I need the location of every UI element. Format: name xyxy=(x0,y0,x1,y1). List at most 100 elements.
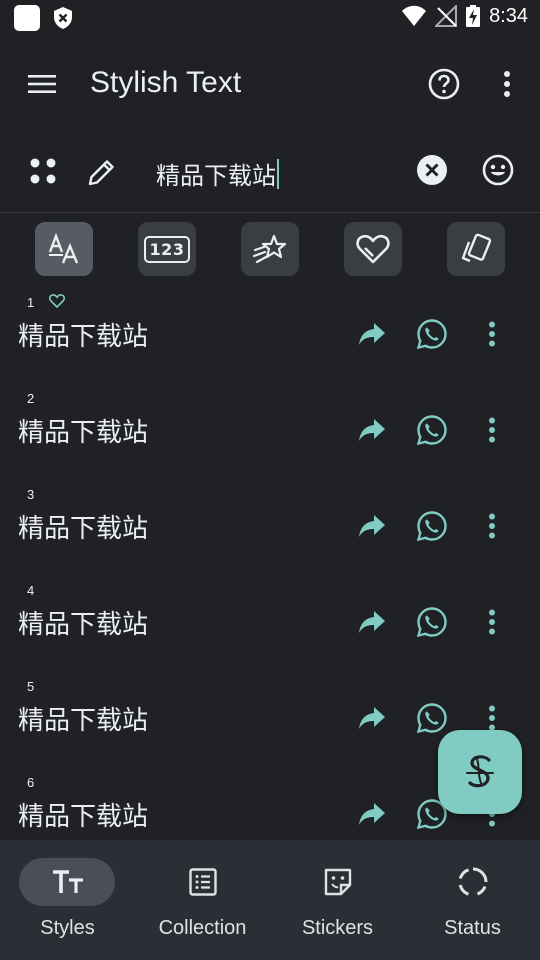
row-more-button[interactable] xyxy=(474,412,510,448)
list-item[interactable]: 1 精品下载站 xyxy=(0,288,540,384)
clock: 8:34 xyxy=(489,4,528,27)
row-more-button[interactable] xyxy=(474,508,510,544)
text-input-value: 精品下载站 xyxy=(156,163,276,190)
filter-chip-fonts[interactable] xyxy=(35,222,93,276)
app-notification-icon xyxy=(14,5,40,31)
battery-charging-icon xyxy=(466,5,481,27)
filter-chip-favorites[interactable] xyxy=(344,222,402,276)
layout-toggle-button[interactable] xyxy=(26,154,60,188)
overflow-menu-button[interactable] xyxy=(492,64,522,104)
row-number: 3 xyxy=(27,487,35,502)
filter-chip-stars[interactable] xyxy=(241,222,299,276)
styled-text: 精品下载站 xyxy=(18,609,149,639)
share-button[interactable] xyxy=(354,604,390,640)
emoji-button[interactable] xyxy=(480,152,516,188)
stylize-fab[interactable] xyxy=(438,730,522,814)
whatsapp-button[interactable] xyxy=(414,700,450,736)
styled-text: 精品下载站 xyxy=(18,417,149,447)
fancy-s-icon xyxy=(466,755,494,788)
filter-chip-numbers[interactable]: 123 xyxy=(138,222,196,276)
help-icon xyxy=(428,68,460,100)
row-number: 4 xyxy=(27,583,35,598)
help-button[interactable] xyxy=(424,64,464,104)
sticker-icon xyxy=(324,868,351,896)
app-title: Stylish Text xyxy=(90,66,242,99)
status-ring-icon xyxy=(458,867,487,896)
pencil-icon xyxy=(88,160,114,186)
hamburger-icon xyxy=(28,75,56,93)
more-vert-icon xyxy=(489,705,495,731)
shield-icon xyxy=(54,7,72,29)
nav-label: Stickers xyxy=(301,917,374,939)
status-bar: 8:34 xyxy=(0,0,540,36)
text-input-bar: 精品下载站 xyxy=(0,132,540,213)
list-item[interactable]: 3 精品下载站 xyxy=(0,480,540,576)
whatsapp-icon xyxy=(416,607,447,638)
nav-item-collection[interactable]: Collection xyxy=(135,840,270,960)
nav-label: Collection xyxy=(158,917,247,939)
numbers-icon: 123 xyxy=(143,235,191,263)
share-button[interactable] xyxy=(354,316,390,352)
nav-label: Styles xyxy=(40,917,95,939)
filter-chip-cards[interactable] xyxy=(447,222,505,276)
clear-icon xyxy=(417,155,447,185)
no-signal-icon xyxy=(435,5,458,27)
style-filter-bar: 123 xyxy=(0,213,540,287)
row-number: 2 xyxy=(27,391,35,406)
whatsapp-icon xyxy=(416,319,447,350)
styled-text: 精品下载站 xyxy=(18,513,149,543)
styled-text: 精品下载站 xyxy=(18,705,149,735)
favorite-heart-icon[interactable] xyxy=(49,294,65,308)
more-vert-icon xyxy=(489,513,495,539)
whatsapp-button[interactable] xyxy=(414,508,450,544)
more-vert-icon xyxy=(489,321,495,347)
list-item[interactable]: 2 精品下载站 xyxy=(0,384,540,480)
share-arrow-icon xyxy=(359,419,385,441)
more-vert-icon xyxy=(489,417,495,443)
whatsapp-icon xyxy=(416,415,447,446)
whatsapp-icon xyxy=(416,511,447,542)
clear-button[interactable] xyxy=(414,152,450,188)
share-button[interactable] xyxy=(354,700,390,736)
row-more-button[interactable] xyxy=(474,604,510,640)
list-item[interactable]: 4 精品下载站 xyxy=(0,576,540,672)
grid-dots-icon xyxy=(30,158,56,184)
cards-icon xyxy=(461,233,492,263)
nav-item-styles[interactable]: Styles xyxy=(0,840,135,960)
list-icon xyxy=(188,868,217,896)
row-more-button[interactable] xyxy=(474,316,510,352)
row-number: 1 xyxy=(27,295,35,310)
row-number: 6 xyxy=(27,775,35,790)
text-format-icon xyxy=(52,870,83,893)
more-vert-icon xyxy=(504,71,510,97)
nav-label: Status xyxy=(444,917,501,939)
wifi-icon xyxy=(402,5,427,26)
more-vert-icon xyxy=(489,609,495,635)
share-arrow-icon xyxy=(359,323,385,345)
app-bar: Stylish Text xyxy=(0,36,540,132)
nav-item-status[interactable]: Status xyxy=(405,840,540,960)
whatsapp-button[interactable] xyxy=(414,604,450,640)
whatsapp-button[interactable] xyxy=(414,316,450,352)
menu-button[interactable] xyxy=(22,62,62,106)
styled-text: 精品下载站 xyxy=(18,801,149,831)
text-input[interactable]: 精品下载站 xyxy=(156,156,279,191)
font-style-icon xyxy=(48,232,79,264)
share-arrow-icon xyxy=(359,803,385,825)
share-button[interactable] xyxy=(354,412,390,448)
stars-icon xyxy=(253,234,287,264)
nav-item-stickers[interactable]: Stickers xyxy=(270,840,405,960)
emoji-icon xyxy=(482,154,514,186)
edit-button[interactable] xyxy=(84,154,120,190)
whatsapp-icon xyxy=(416,703,447,734)
styled-text: 精品下载站 xyxy=(18,321,149,351)
share-arrow-icon xyxy=(359,707,385,729)
share-button[interactable] xyxy=(354,508,390,544)
whatsapp-button[interactable] xyxy=(414,412,450,448)
heart-icon xyxy=(356,234,390,264)
text-cursor xyxy=(277,158,279,189)
row-number: 5 xyxy=(27,679,35,694)
bottom-navigation: Styles Collection Stickers Status xyxy=(0,840,540,960)
share-button[interactable] xyxy=(354,796,390,832)
share-arrow-icon xyxy=(359,515,385,537)
